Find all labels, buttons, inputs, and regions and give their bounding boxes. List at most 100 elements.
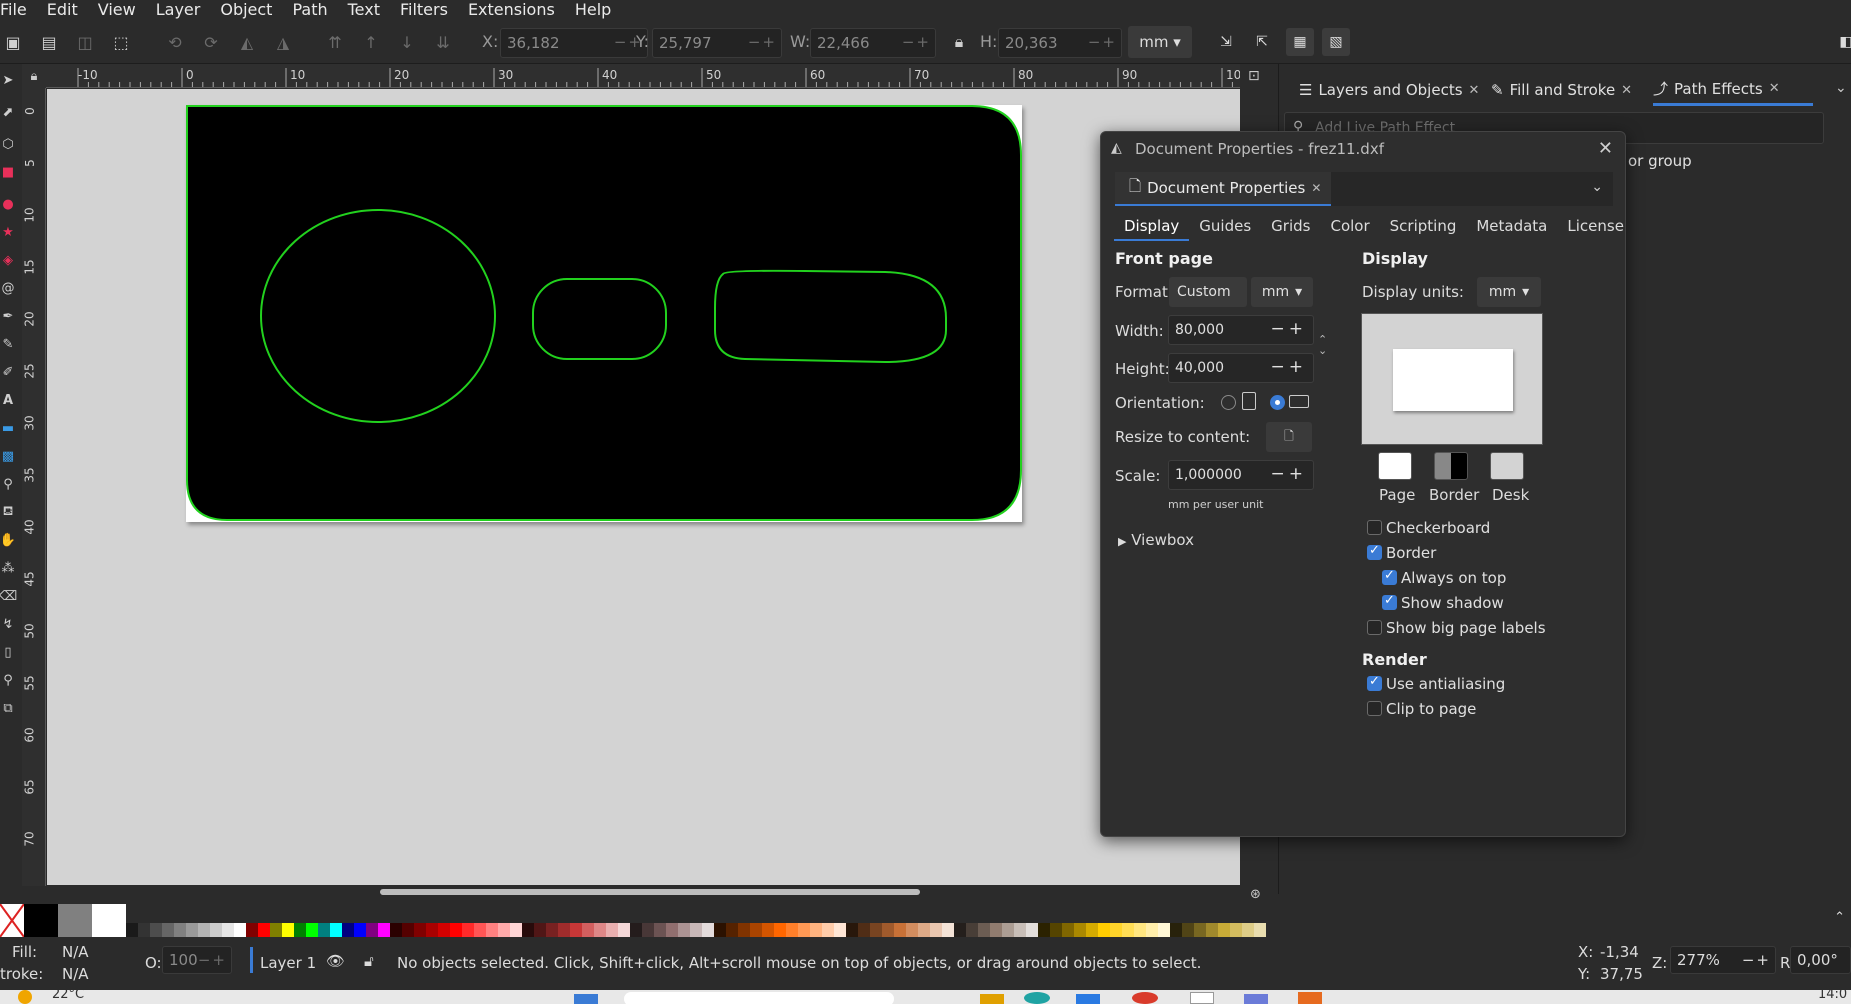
start-icon[interactable] [574,994,598,1004]
fill-value[interactable]: N/A [62,943,89,961]
format-unit-dropdown[interactable]: mm ▾ [1251,277,1313,307]
node-tool-icon[interactable]: ⬈ [0,104,16,120]
ellipse-tool-icon[interactable]: ● [0,196,16,212]
palette-swatch[interactable] [918,923,930,937]
raise-to-top-icon[interactable]: ⇈ [324,31,346,53]
palette-swatch[interactable] [486,923,498,937]
pen-tool-icon[interactable]: ✒ [0,308,16,324]
dropper-tool-icon[interactable]: ⚲ [0,476,16,492]
store-icon[interactable] [1076,994,1100,1004]
opacity-input[interactable]: 100 −+ [162,946,232,974]
palette-swatch[interactable] [342,923,354,937]
text-tool-icon[interactable]: A [0,392,16,408]
lower-to-bottom-icon[interactable]: ⇊ [432,31,454,53]
show-shadow-checkbox[interactable] [1382,593,1397,610]
palette-swatch[interactable] [414,923,426,937]
show-big-page-labels-checkbox[interactable] [1367,620,1382,635]
palette-swatch[interactable] [630,923,642,937]
chevron-up-icon[interactable]: ⌃ [1834,910,1845,925]
close-icon[interactable]: ✕ [1311,181,1321,195]
palette-swatch[interactable] [546,923,558,937]
menu-edit[interactable]: Edit [37,1,88,19]
palette-swatch[interactable] [1194,923,1206,937]
palette-swatch[interactable] [234,923,246,937]
clip-to-page-checkbox[interactable] [1367,701,1382,716]
chevron-down-icon[interactable]: ⌄ [1591,179,1603,195]
close-icon[interactable]: ✕ [1621,83,1632,98]
link-dimensions-icon[interactable]: ⌃ ⌄ [1318,334,1327,356]
tab-document-properties[interactable]: 🗋 Document Properties ✕ [1115,172,1332,206]
flip-horizontal-icon[interactable]: ◭ [236,31,258,53]
palette-swatch[interactable] [1122,923,1134,937]
palette-swatch[interactable] [270,923,282,937]
palette-swatch[interactable] [678,923,690,937]
taskbar-search-box[interactable] [624,992,894,1004]
measure-tool-icon[interactable]: ⧉ [0,700,16,716]
palette-swatch[interactable] [594,923,606,937]
palette-swatch[interactable] [306,923,318,937]
palette-swatch[interactable] [150,923,162,937]
display-mode-icon[interactable]: ⊡ [1248,68,1268,88]
tab-layers-and-objects[interactable]: ☰ Layers and Objects ✕ [1299,74,1479,106]
palette-swatch[interactable] [954,923,966,937]
palette-swatch[interactable] [282,923,294,937]
palette-swatch[interactable] [1002,923,1014,937]
palette-swatch[interactable] [210,923,222,937]
page-color-swatch[interactable] [1378,452,1412,480]
ruler-corner-lock-icon[interactable]: 🔒︎ [22,64,46,88]
palette-swatch[interactable] [582,923,594,937]
subtab-guides[interactable]: Guides [1189,213,1261,241]
menu-extensions[interactable]: Extensions [458,1,565,19]
palette-swatch[interactable] [978,923,990,937]
palette-swatch[interactable] [654,923,666,937]
palette-swatch[interactable] [1230,923,1242,937]
close-icon[interactable]: ✕ [1598,138,1613,159]
palette-swatch[interactable] [378,923,390,937]
palette-swatch[interactable] [1170,923,1182,937]
palette-swatch[interactable] [1014,923,1026,937]
palette-swatch[interactable] [522,923,534,937]
menu-filters[interactable]: Filters [390,1,458,19]
menu-file[interactable]: File [0,1,37,19]
border-color-swatch[interactable] [1434,452,1468,480]
palette-swatch[interactable] [738,923,750,937]
palette-swatch[interactable] [798,923,810,937]
palette-swatch[interactable] [930,923,942,937]
w-stepper[interactable]: −+ [902,33,931,51]
rotate-cw-icon[interactable]: ⟳ [200,31,222,53]
touch-select-icon[interactable]: ⬚ [110,31,132,53]
palette-swatch[interactable] [1026,923,1038,937]
chevron-down-icon[interactable]: ⌄ [1835,80,1847,96]
palette-swatch[interactable] [834,923,846,937]
gray-swatch[interactable] [58,904,92,937]
resize-to-content-button[interactable]: 🗋 [1266,422,1312,452]
border-checkbox[interactable] [1367,543,1382,560]
scale-input[interactable]: 1,000000 −+ [1168,460,1314,490]
scale-stroke-icon[interactable]: ⇲ [1212,28,1240,56]
select-all-layers-icon[interactable]: ▤ [38,31,60,53]
palette-swatch[interactable] [498,923,510,937]
menu-layer[interactable]: Layer [146,1,211,19]
palette-swatch[interactable] [1158,923,1170,937]
h-stepper[interactable]: −+ [1088,33,1117,51]
opacity-stepper[interactable]: −+ [198,951,227,969]
palette-swatch[interactable] [138,923,150,937]
palette-swatch[interactable] [882,923,894,937]
palette-swatch[interactable] [894,923,906,937]
palette-swatch[interactable] [1098,923,1110,937]
outline-rounded-rect[interactable] [186,105,1022,521]
star-tool-icon[interactable]: ★ [0,224,16,240]
palette-swatch[interactable] [846,923,858,937]
canvas[interactable] [47,89,1240,885]
palette-swatch[interactable] [402,923,414,937]
palette-swatch[interactable] [606,923,618,937]
palette-swatch[interactable] [126,923,138,937]
visibility-eye-icon[interactable]: 👁︎ [326,952,345,970]
rotation-input[interactable]: 0,00° [1790,946,1851,974]
calligraphy-tool-icon[interactable]: ✐ [0,364,16,380]
desk-color-swatch[interactable] [1490,452,1524,480]
weather-icon[interactable] [18,990,32,1004]
palette-swatch[interactable] [534,923,546,937]
commands-bar-icon[interactable]: ◧ [1832,28,1851,56]
w-input[interactable]: 22,466 −+ [810,28,936,58]
